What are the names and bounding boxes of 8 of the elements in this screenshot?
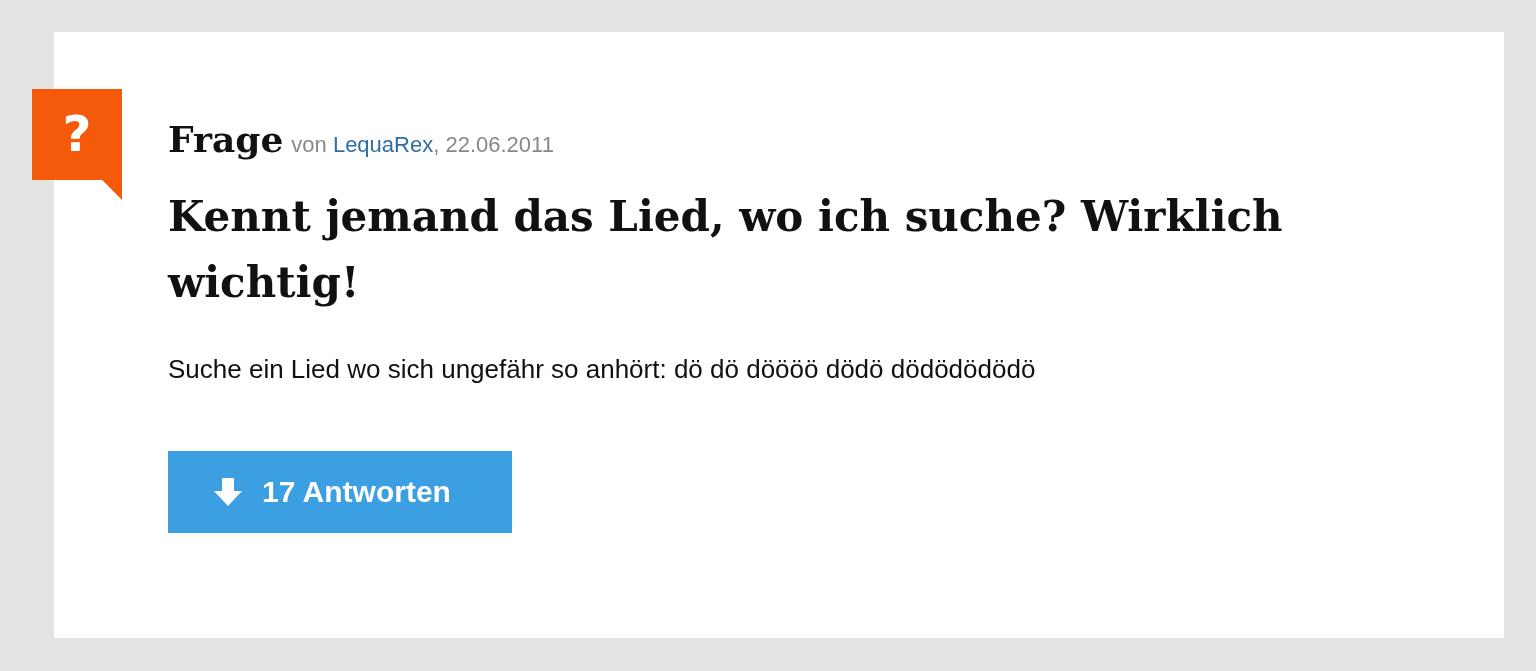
author-link[interactable]: LequaRex <box>332 132 434 157</box>
answers-button[interactable]: 17 Antworten <box>168 451 512 533</box>
arrow-down-icon <box>212 476 244 508</box>
question-title: Kennt jemand das Lied, wo ich suche? Wirklich wichtig! <box>168 191 1284 309</box>
question-label: Frage <box>168 118 284 160</box>
question-badge: ? <box>32 89 122 200</box>
question-text: Suche ein Lied wo sich ungefähr so anhört: dö dö döööö dödö dödödödödö <box>168 354 1037 385</box>
question-meta: von LequaRex, 22.06.2011 <box>291 132 554 158</box>
